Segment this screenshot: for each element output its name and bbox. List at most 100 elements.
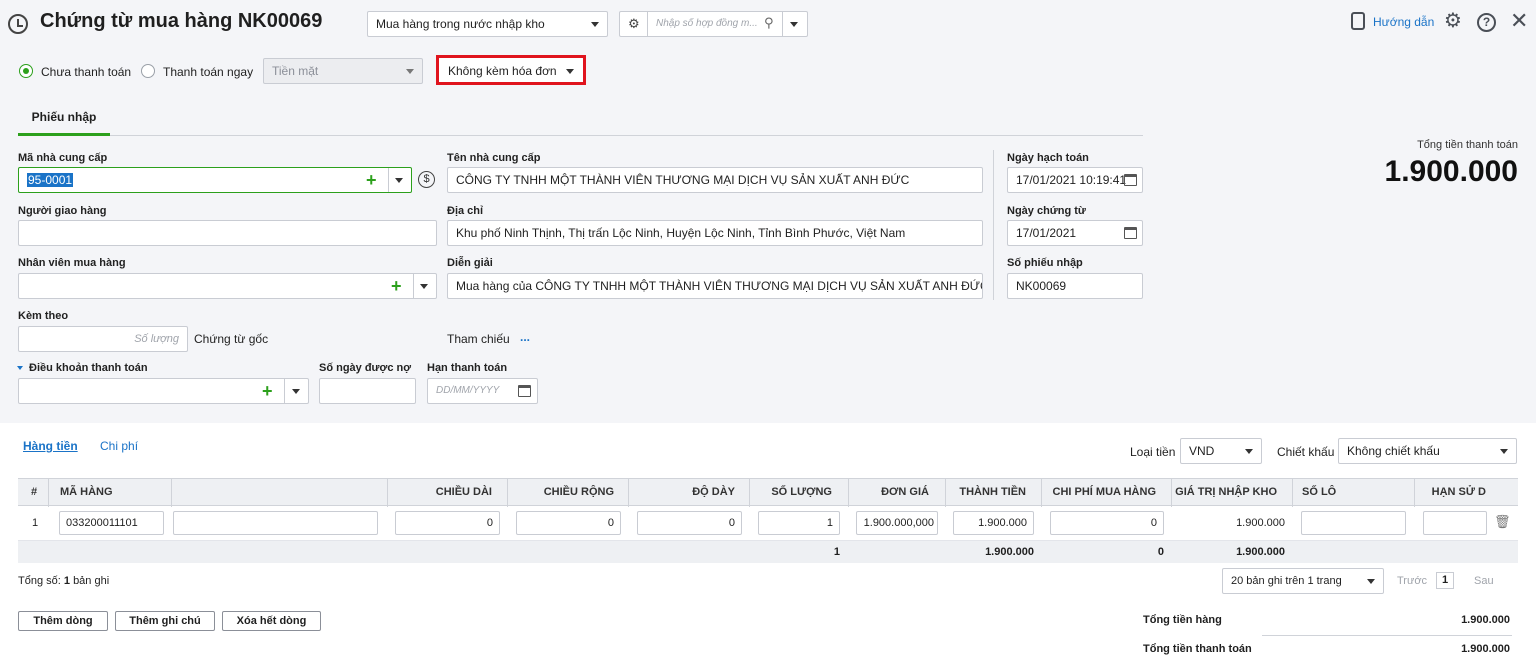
row-quantity-input[interactable]: 1 [758,511,840,535]
table-row: 1 033200011101 0 0 0 1 1.900.000,000 1.9… [18,507,1518,541]
total-label: Tổng tiền thanh toán [1417,139,1518,151]
calendar-icon[interactable] [1124,227,1137,239]
goods-total-label: Tổng tiền hàng [1143,614,1222,626]
due-date-label: Hạn thanh toán [427,362,508,374]
page-size-select[interactable]: 20 bản ghi trên 1 trang [1222,568,1384,594]
row-lot-input[interactable] [1301,511,1406,535]
supplier-name-field[interactable]: CÔNG TY TNHH MỘT THÀNH VIÊN THƯƠNG MẠI D… [447,167,983,193]
credit-days-field[interactable] [319,378,416,404]
receipt-no-label: Số phiếu nhập [1007,257,1083,269]
tab-cost[interactable]: Chi phí [100,439,138,453]
receipt-no-field[interactable]: NK00069 [1007,273,1143,299]
gear-icon[interactable]: ⚙ [628,12,640,36]
discount-value: Không chiết khấu [1347,444,1440,458]
settings-icon[interactable]: ⚙ [1444,11,1462,31]
row-code-input[interactable]: 033200011101 [59,511,164,535]
totals-row: 1 1.900.000 0 1.900.000 [18,541,1518,563]
close-icon[interactable]: ✕ [1510,10,1528,32]
payment-method-value: Tiền mặt [272,64,319,78]
collapse-icon[interactable] [17,366,23,370]
paid-radio[interactable] [141,64,155,78]
page-number[interactable]: 1 [1436,572,1454,589]
posting-date-field[interactable]: 17/01/2021 10:19:41 [1007,167,1143,193]
voucher-date-label: Ngày chứng từ [1007,205,1086,217]
total-stock-value: 1.900.000 [1236,546,1285,558]
chevron-down-icon[interactable] [420,284,428,289]
voucher-type-select[interactable]: Mua hàng trong nước nhập kho [367,11,608,37]
currency-label: Loại tiền [1130,445,1176,459]
due-date-field[interactable]: DD/MM/YYYY [427,378,538,404]
col-index: # [31,486,38,498]
original-docs-label: Chứng từ gốc [194,332,269,346]
total-value: 1.900.000 [1384,155,1518,188]
guide-link[interactable]: Hướng dẫn [1373,15,1434,29]
calendar-icon[interactable] [518,385,531,397]
next-page[interactable]: Sau [1474,575,1494,587]
history-icon[interactable] [8,14,28,34]
discount-label: Chiết khấu [1277,445,1335,459]
tab-receipt[interactable]: Phiếu nhập [18,106,110,136]
discount-select[interactable]: Không chiết khấu [1338,438,1517,464]
clear-rows-button[interactable]: Xóa hết dòng [222,611,321,631]
deliverer-field[interactable] [18,220,437,246]
goods-total-value: 1.900.000 [1461,614,1510,626]
currency-select[interactable]: VND [1180,438,1262,464]
trash-icon[interactable]: 🗑 [1494,514,1511,530]
description-label: Diễn giải [447,257,493,269]
row-width-input[interactable]: 0 [516,511,621,535]
prev-page[interactable]: Trước [1397,575,1427,587]
address-field[interactable]: Khu phố Ninh Thịnh, Thị trấn Lộc Ninh, H… [447,220,983,246]
supplier-code-label: Mã nhà cung cấp [18,152,108,164]
total-quantity: 1 [833,546,840,558]
due-date-placeholder: DD/MM/YYYY [436,385,500,396]
col-thickness: ĐỘ DÀY [692,486,735,498]
add-note-button[interactable]: Thêm ghi chú [115,611,215,631]
guide-icon[interactable] [1351,12,1365,30]
voucher-date-value: 17/01/2021 [1016,226,1077,240]
calendar-icon[interactable] [1124,174,1137,186]
contract-search[interactable]: ⚙ Nhập số hợp đồng m... ⚲ [619,11,808,37]
record-count-suffix: bản ghi [73,575,110,587]
row-purchase-cost-input[interactable]: 0 [1050,511,1164,535]
description-field[interactable]: Mua hàng của CÔNG TY TNHH MỘT THÀNH VIÊN… [447,273,983,299]
unpaid-radio[interactable] [19,64,33,78]
search-icon[interactable]: ⚲ [764,12,774,35]
contract-search-input[interactable]: Nhập số hợp đồng m... [656,12,758,36]
voucher-type-value: Mua hàng trong nước nhập kho [376,17,545,31]
page-title: Chứng từ mua hàng NK00069 [40,10,323,32]
chevron-down-icon[interactable] [292,389,300,394]
row-thickness-input[interactable]: 0 [637,511,742,535]
add-icon[interactable]: + [262,382,273,400]
row-amount-input[interactable]: 1.900.000 [953,511,1034,535]
record-count: Tổng số: 1 bản ghi [18,575,109,587]
col-stock-value: GIÁ TRỊ NHẬP KHO [1175,486,1277,498]
row-name-input[interactable] [173,511,378,535]
currency-value: VND [1189,444,1215,458]
add-icon[interactable]: + [366,171,377,189]
attach-quantity-input[interactable]: Số lượng [18,326,188,352]
dollar-icon[interactable]: $ [418,171,435,188]
record-count-prefix: Tổng số: [18,575,61,587]
terms-label: Điều khoản thanh toán [29,362,148,374]
voucher-date-field[interactable]: 17/01/2021 [1007,220,1143,246]
add-icon[interactable]: + [391,277,402,295]
terms-field[interactable]: + [18,378,309,404]
chevron-down-icon [1245,449,1253,454]
add-row-button[interactable]: Thêm dòng [18,611,108,631]
chevron-down-icon[interactable] [790,22,798,27]
supplier-code-field[interactable]: 95-0001 + [18,167,412,193]
header-area [0,0,1536,423]
col-purchase-cost: CHI PHÍ MUA HÀNG [1052,486,1156,498]
reference-link[interactable]: ... [520,330,530,344]
buyer-field[interactable]: + [18,273,437,299]
row-unit-price-input[interactable]: 1.900.000,000 [856,511,938,535]
col-code: MÃ HÀNG [60,486,113,498]
credit-days-label: Số ngày được nợ [319,362,412,374]
row-expiry-input[interactable] [1423,511,1487,535]
chevron-down-icon[interactable] [395,178,403,183]
supplier-code-value: 95-0001 [27,173,74,187]
row-length-input[interactable]: 0 [395,511,500,535]
help-icon[interactable]: ? [1477,13,1496,32]
attach-label: Kèm theo [18,310,69,322]
tab-goods[interactable]: Hàng tiền [23,439,78,453]
